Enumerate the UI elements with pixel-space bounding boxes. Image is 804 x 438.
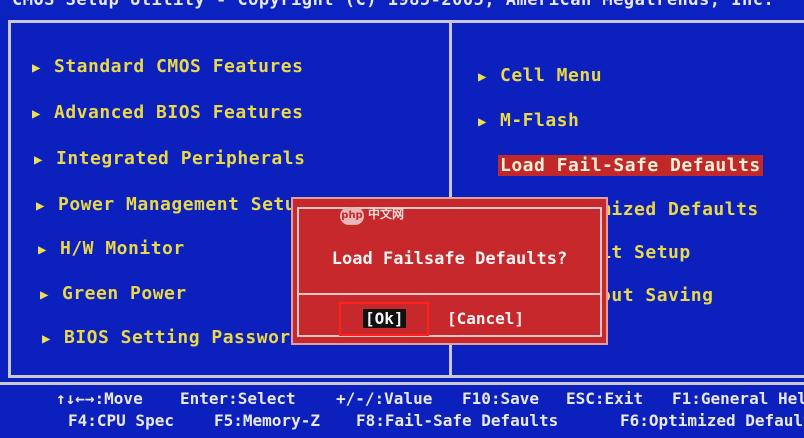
- arrow-right-icon: ▶: [34, 152, 43, 168]
- arrow-right-icon: ▶: [42, 331, 51, 347]
- menu-item-advanced-bios[interactable]: ▶ Advanced BIOS Features: [32, 102, 303, 123]
- hint-move: ↑↓←→:Move: [56, 389, 143, 408]
- menu-item-hw-monitor[interactable]: ▶ H/W Monitor: [38, 238, 185, 259]
- key-hints-bar: ↑↓←→:Move Enter:Select +/-/:Value F10:Sa…: [0, 382, 804, 438]
- arrow-right-icon: ▶: [478, 69, 487, 85]
- menu-item-bios-password[interactable]: ▶ BIOS Setting Password: [42, 327, 302, 348]
- menu-item-cell-menu[interactable]: ▶ Cell Menu: [478, 65, 602, 86]
- arrow-right-icon: ▶: [32, 106, 41, 122]
- dialog-separator: [299, 293, 600, 295]
- hint-optimized: F6:Optimized Defaults: [620, 411, 804, 430]
- hint-select: Enter:Select: [180, 389, 296, 408]
- hint-fail-safe: F8:Fail-Safe Defaults: [356, 411, 559, 430]
- hint-exit: ESC:Exit: [566, 389, 644, 408]
- cancel-button[interactable]: [Cancel]: [447, 309, 524, 328]
- hint-value: +/-/:Value: [336, 389, 433, 408]
- menu-item-green-power[interactable]: ▶ Green Power: [40, 283, 187, 304]
- title-bar: CMOS Setup Utility - Copyright (C) 1985-…: [0, 0, 804, 18]
- hint-help: F1:General Help: [672, 389, 804, 408]
- hint-memory-z: F5:Memory-Z: [214, 411, 320, 430]
- arrow-right-icon: ▶: [478, 114, 487, 130]
- menu-item-m-flash[interactable]: ▶ M-Flash: [478, 110, 579, 131]
- dialog-message: Load Failsafe Defaults?: [331, 249, 568, 269]
- php-logo-icon: php: [340, 207, 364, 225]
- hint-save: F10:Save: [462, 389, 540, 408]
- arrow-right-icon: ▶: [40, 287, 49, 303]
- menu-item-standard-cmos[interactable]: ▶ Standard CMOS Features: [32, 56, 303, 77]
- watermark: php 中文网: [340, 205, 450, 229]
- arrow-right-icon: ▶: [32, 60, 41, 76]
- arrow-right-icon: ▶: [38, 242, 47, 258]
- menu-item-load-fail-safe[interactable]: Load Fail-Safe Defaults: [498, 155, 763, 176]
- bios-screen: CMOS Setup Utility - Copyright (C) 1985-…: [0, 0, 804, 438]
- arrow-right-icon: ▶: [36, 198, 45, 214]
- watermark-text: 中文网: [368, 207, 405, 221]
- ok-button[interactable]: [Ok]: [339, 302, 429, 336]
- menu-item-integrated-peripherals[interactable]: ▶ Integrated Peripherals: [34, 148, 305, 169]
- title-text: CMOS Setup Utility - Copyright (C) 1985-…: [12, 0, 775, 10]
- hint-cpu-spec: F4:CPU Spec: [68, 411, 174, 430]
- menu-item-power-management[interactable]: ▶ Power Management Setup: [36, 194, 307, 215]
